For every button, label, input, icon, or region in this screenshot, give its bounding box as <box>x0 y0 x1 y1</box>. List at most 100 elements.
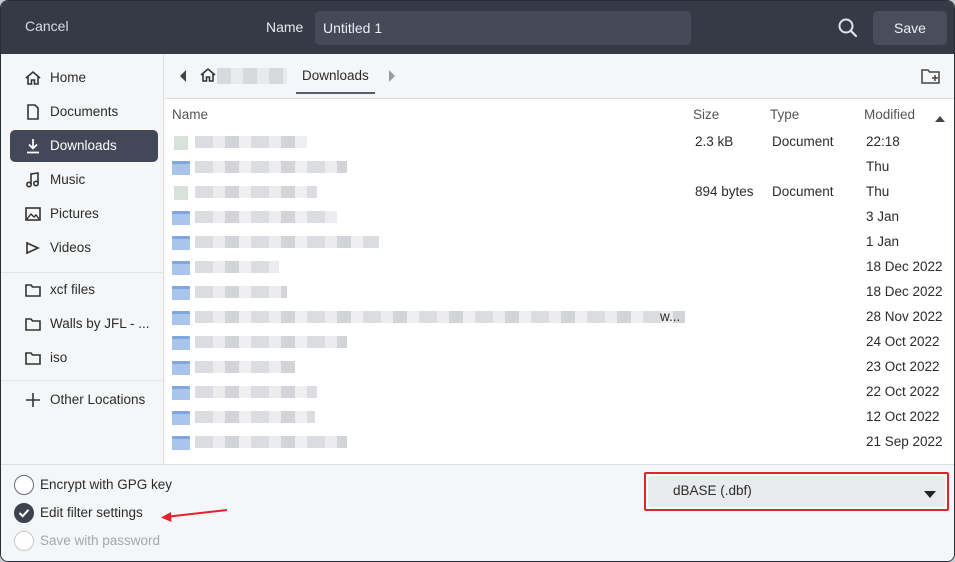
file-modified: Thu <box>866 184 890 199</box>
sidebar-item-walls[interactable]: Walls by JFL - ... <box>10 308 158 340</box>
folder-icon <box>172 311 190 325</box>
column-header-name[interactable]: Name <box>172 107 208 122</box>
sidebar-item-downloads[interactable]: Downloads <box>10 130 158 162</box>
folder-icon <box>24 282 42 298</box>
sidebar-item-home[interactable]: Home <box>10 62 158 94</box>
file-modified: 3 Jan <box>866 209 900 224</box>
file-size: 894 bytes <box>695 184 754 199</box>
edit-filter-label: Edit filter settings <box>40 505 143 520</box>
file-row[interactable]: 3 Jan <box>165 205 954 230</box>
redacted-username <box>217 68 287 84</box>
redacted-filename <box>195 236 379 248</box>
sidebar-separator <box>1 380 164 381</box>
folder-icon <box>172 436 190 450</box>
file-modified: 24 Oct 2022 <box>866 334 940 349</box>
chevron-right-icon[interactable] <box>386 68 398 84</box>
filetype-highlight-box: dBASE (.dbf) <box>644 472 949 511</box>
sidebar-item-label: Videos <box>50 240 92 255</box>
sidebar-item-other-locations[interactable]: Other Locations <box>10 384 158 416</box>
filetype-dropdown[interactable]: dBASE (.dbf) <box>648 476 945 507</box>
sidebar-item-iso[interactable]: iso <box>10 342 158 374</box>
chevron-down-icon <box>924 487 936 498</box>
folder-icon <box>172 336 190 350</box>
path-bar: Downloads <box>165 54 954 99</box>
name-label: Name <box>266 19 304 35</box>
file-type: Document <box>772 184 834 199</box>
file-type: Document <box>772 134 834 149</box>
path-home-button[interactable] <box>199 65 289 89</box>
sidebar-item-label: Pictures <box>50 206 99 221</box>
file-modified: 18 Dec 2022 <box>866 259 943 274</box>
sidebar-item-label: Documents <box>50 104 119 119</box>
folder-icon <box>172 161 190 175</box>
folder-icon <box>24 316 42 332</box>
column-header-modified[interactable]: Modified <box>864 107 915 122</box>
sidebar-item-label: iso <box>50 350 68 365</box>
plus-icon <box>24 392 42 408</box>
filename-overflow: w... <box>660 309 681 324</box>
sidebar: Home Documents Downloads Music Pictures … <box>1 54 164 464</box>
file-row[interactable]: Thu <box>165 155 954 180</box>
home-icon <box>199 67 217 86</box>
file-row[interactable]: 1 Jan <box>165 230 954 255</box>
file-modified: 22 Oct 2022 <box>866 384 940 399</box>
redacted-filename <box>195 286 287 298</box>
path-segment-current[interactable]: Downloads <box>296 66 375 94</box>
document-icon <box>172 136 190 150</box>
encrypt-radio[interactable] <box>14 475 34 495</box>
folder-icon <box>172 361 190 375</box>
document-icon <box>172 186 190 200</box>
file-modified: Thu <box>866 159 890 174</box>
sidebar-item-music[interactable]: Music <box>10 164 158 196</box>
search-icon[interactable] <box>836 16 860 40</box>
home-icon <box>24 70 42 86</box>
file-row[interactable]: 18 Dec 2022 <box>165 255 954 280</box>
folder-icon <box>24 350 42 366</box>
folder-icon <box>172 236 190 250</box>
redacted-filename <box>195 136 307 148</box>
redacted-filename <box>195 311 685 323</box>
new-folder-icon[interactable] <box>920 66 942 86</box>
redacted-filename <box>195 411 315 423</box>
music-icon <box>24 172 42 188</box>
chevron-left-icon[interactable] <box>177 68 189 84</box>
column-header-type[interactable]: Type <box>770 107 799 122</box>
file-row[interactable]: 21 Sep 2022 <box>165 430 954 455</box>
save-button[interactable]: Save <box>873 11 947 45</box>
sidebar-item-xcf-files[interactable]: xcf files <box>10 274 158 306</box>
sidebar-item-pictures[interactable]: Pictures <box>10 198 158 230</box>
folder-icon <box>172 386 190 400</box>
redacted-filename <box>195 336 347 348</box>
file-modified: 21 Sep 2022 <box>866 434 943 449</box>
file-row[interactable]: 18 Dec 2022 <box>165 280 954 305</box>
file-row[interactable]: 894 bytes Document Thu <box>165 180 954 205</box>
sidebar-item-label: Music <box>50 172 86 187</box>
file-row[interactable]: w... 28 Nov 2022 <box>165 305 954 330</box>
annotation-arrow-icon <box>161 509 228 522</box>
file-modified: 22:18 <box>866 134 900 149</box>
filename-input[interactable] <box>315 11 691 45</box>
save-password-label: Save with password <box>40 533 161 548</box>
sidebar-item-label: Downloads <box>50 138 117 153</box>
file-modified: 1 Jan <box>866 234 900 249</box>
file-modified: 18 Dec 2022 <box>866 284 943 299</box>
download-icon <box>24 138 42 154</box>
sidebar-item-videos[interactable]: Videos <box>10 232 158 264</box>
file-row[interactable]: 12 Oct 2022 <box>165 405 954 430</box>
file-row[interactable]: 24 Oct 2022 <box>165 330 954 355</box>
sidebar-item-documents[interactable]: Documents <box>10 96 158 128</box>
cancel-button[interactable]: Cancel <box>25 18 69 34</box>
file-row[interactable]: 22 Oct 2022 <box>165 380 954 405</box>
sidebar-item-label: Other Locations <box>50 392 146 407</box>
edit-filter-checkbox[interactable] <box>14 503 34 523</box>
file-modified: 12 Oct 2022 <box>866 409 940 424</box>
file-row[interactable]: 23 Oct 2022 <box>165 355 954 380</box>
header-bar: Cancel Name Save <box>1 1 954 54</box>
redacted-filename <box>195 361 295 373</box>
video-icon <box>24 240 42 256</box>
sort-descending-icon[interactable] <box>934 111 946 122</box>
column-header-size[interactable]: Size <box>693 107 719 122</box>
file-size: 2.3 kB <box>695 134 734 149</box>
file-row[interactable]: 2.3 kB Document 22:18 <box>165 130 954 155</box>
folder-icon <box>172 211 190 225</box>
